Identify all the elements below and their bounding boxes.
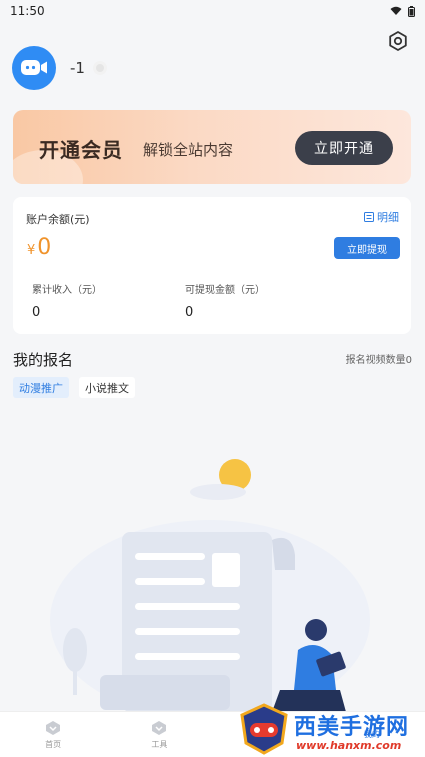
status-bar: 11:50 <box>0 0 425 22</box>
tab-home-label: 首页 <box>45 739 62 749</box>
stat-value: 0 <box>32 305 41 320</box>
status-time: 11:50 <box>10 4 45 18</box>
settings-button[interactable] <box>387 30 409 52</box>
stat-withdrawable: 可提现金额（元） 0 <box>185 281 265 320</box>
signup-count: 报名视频数量0 <box>345 355 412 366</box>
wifi-icon <box>390 6 402 15</box>
site-watermark: 西美手游网 www.hanxm.com <box>238 703 418 755</box>
stat-value: 0 <box>185 305 194 320</box>
vip-title: 开通会员 <box>39 138 123 162</box>
tab-anime-promo[interactable]: 动漫推广 <box>13 377 69 398</box>
currency-symbol: ¥ <box>27 243 36 258</box>
balance-card: 账户余额(元) 明细 ¥ 0 立即提现 累计收入（元） 0 可提现金额（元） 0 <box>13 197 411 334</box>
tab-home[interactable]: 首页 <box>0 712 106 757</box>
watermark-url: www.hanxm.com <box>296 739 402 752</box>
tools-icon <box>152 720 167 735</box>
balance-label: 账户余额(元) <box>26 213 90 226</box>
tab-tools-label: 工具 <box>151 739 168 749</box>
tab-novel-promo[interactable]: 小说推文 <box>79 377 135 398</box>
open-vip-button[interactable]: 立即开通 <box>295 131 393 165</box>
balance-value: 0 <box>37 235 52 260</box>
balance-amount: ¥ 0 <box>27 235 51 260</box>
stat-label: 可提现金额（元） <box>185 285 265 296</box>
detail-link-label: 明细 <box>377 211 399 224</box>
list-icon <box>364 212 374 222</box>
detail-link[interactable]: 明细 <box>364 209 399 225</box>
video-chat-icon <box>21 60 47 75</box>
battery-icon <box>408 5 415 17</box>
home-icon <box>46 720 61 735</box>
signup-section-title: 我的报名 <box>13 351 74 369</box>
withdraw-button[interactable]: 立即提现 <box>334 237 400 259</box>
stat-label: 累计收入（元） <box>32 285 102 296</box>
empty-state-illustration <box>50 459 370 715</box>
signup-tabs: 动漫推广 小说推文 <box>13 377 135 398</box>
stat-total-income: 累计收入（元） 0 <box>32 281 102 320</box>
level-badge-icon <box>92 61 107 75</box>
vip-subtitle: 解锁全站内容 <box>143 141 234 159</box>
gamepad-logo-icon <box>240 703 288 755</box>
username: -1 <box>70 59 85 77</box>
watermark-brand: 西美手游网 <box>294 715 410 740</box>
settings-icon <box>389 31 407 51</box>
avatar[interactable] <box>12 46 56 90</box>
tab-tools[interactable]: 工具 <box>106 712 212 757</box>
profile-header[interactable]: -1 <box>12 46 107 90</box>
vip-banner[interactable]: 开通会员 解锁全站内容 立即开通 <box>13 110 411 184</box>
status-icons <box>390 5 415 17</box>
